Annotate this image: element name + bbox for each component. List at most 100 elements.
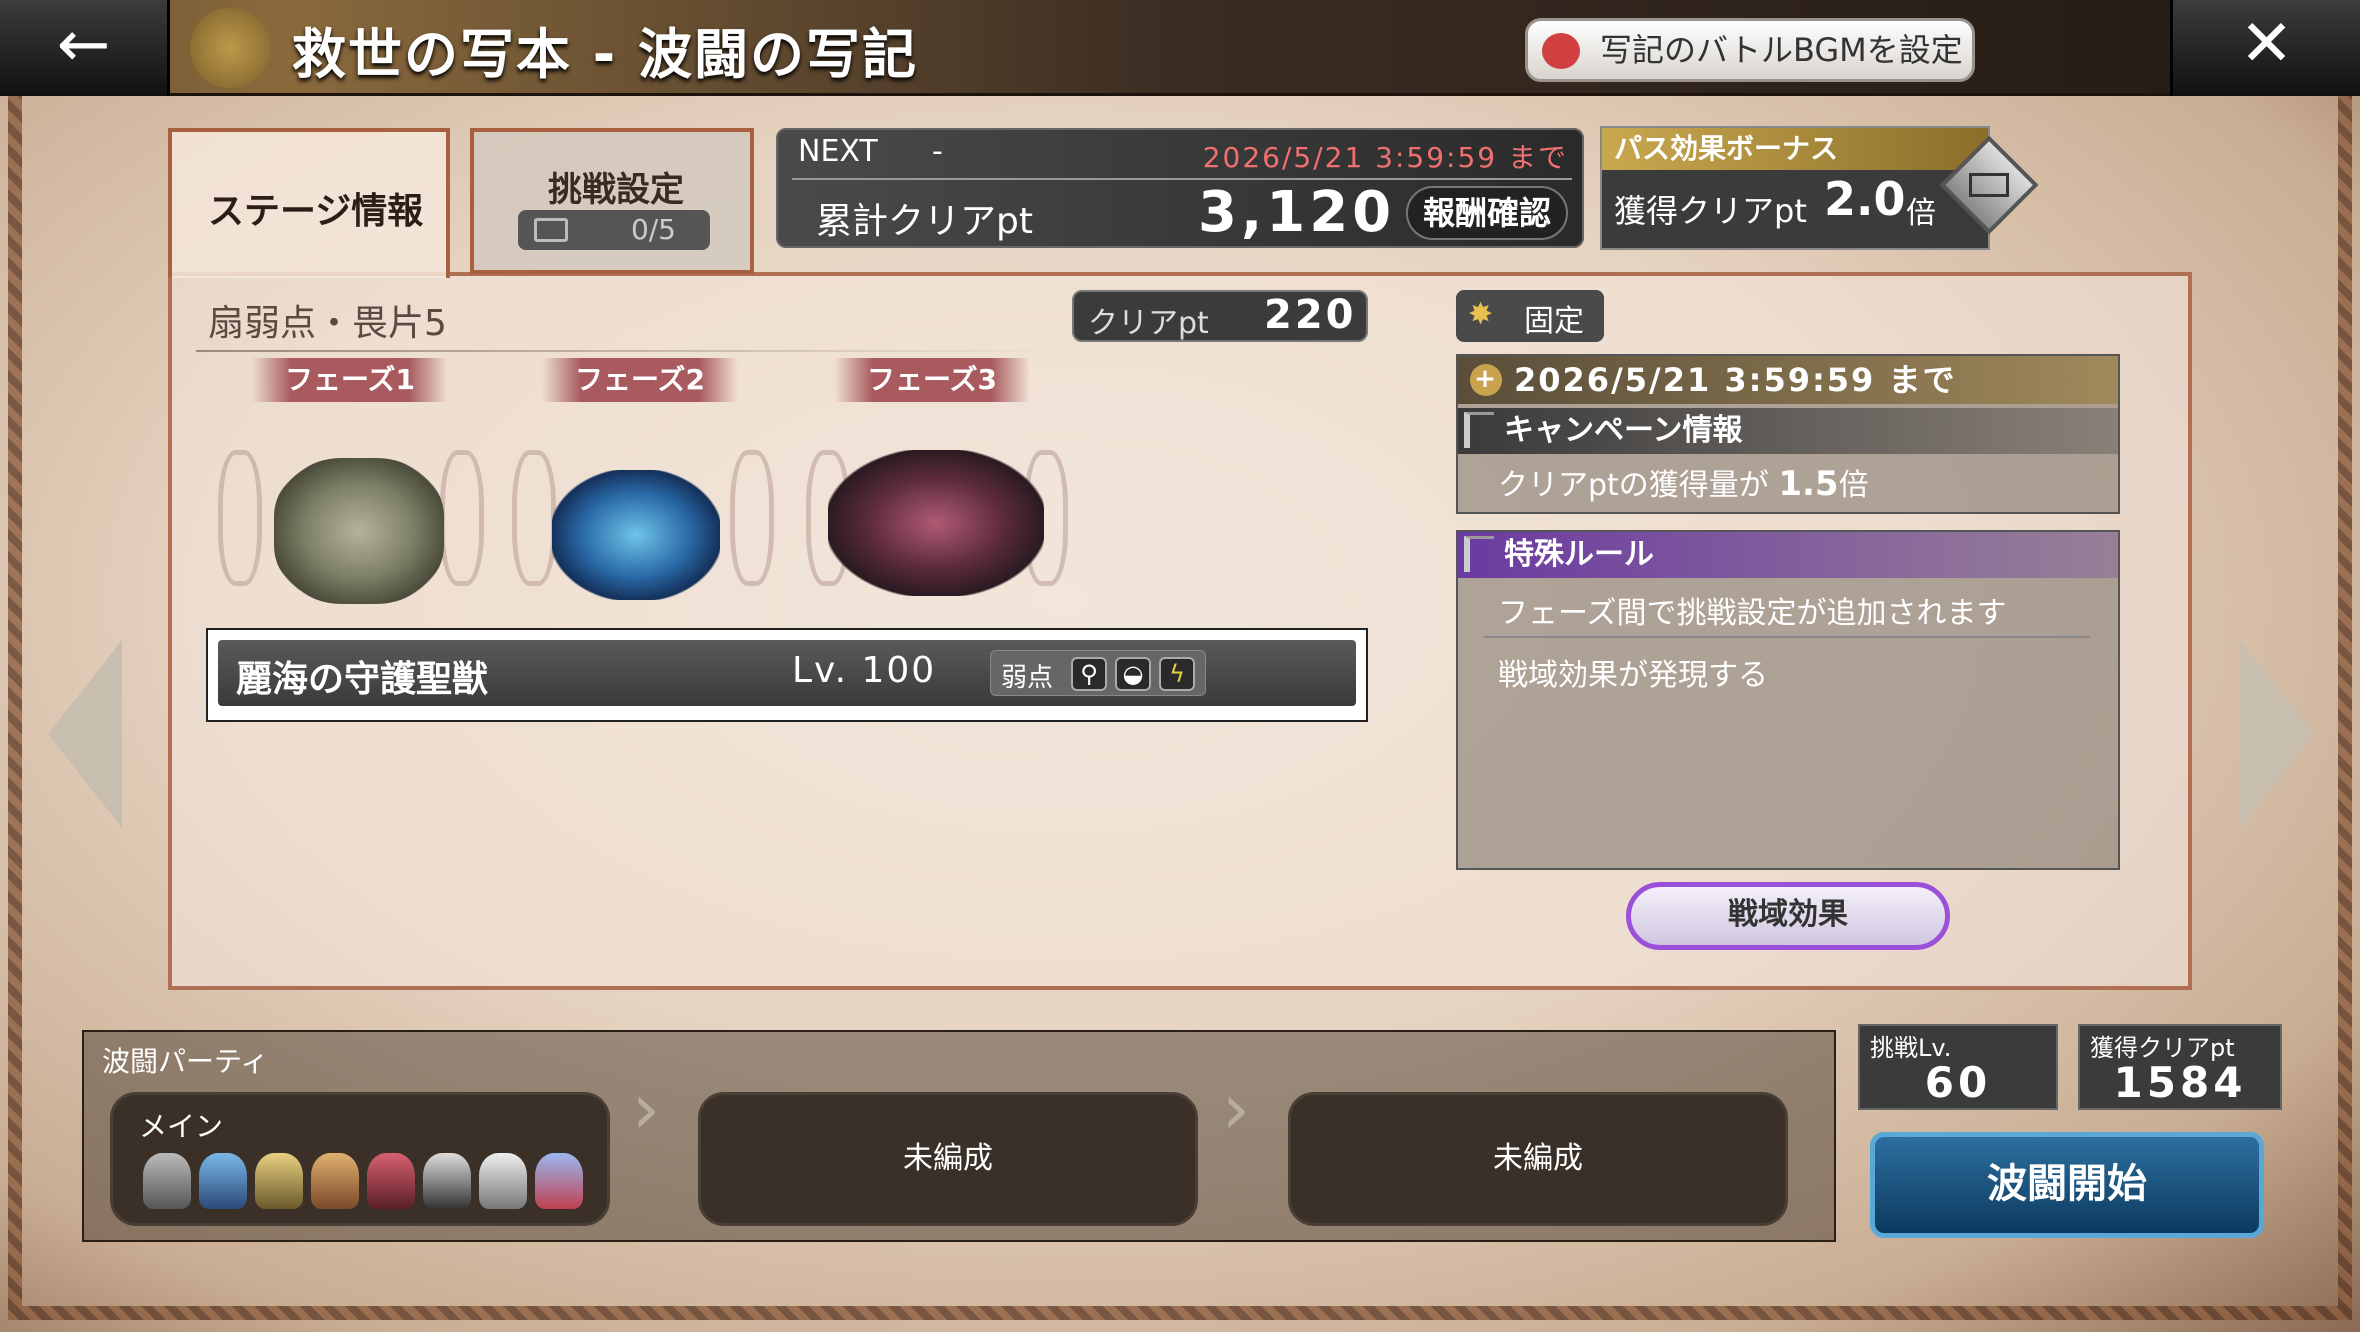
tab-challenge-settings[interactable]: 挑戦設定 0/5 <box>470 128 754 274</box>
divider <box>1484 636 2090 638</box>
frame-ornament <box>218 450 262 586</box>
tab-stage-info[interactable]: ステージ情報 <box>168 128 450 278</box>
pass-bonus-unit: 倍 <box>1906 196 1936 231</box>
bgm-button-label: 写記のバトルBGMを設定 <box>1600 31 1963 69</box>
party-main-label: メイン <box>139 1110 224 1143</box>
party-panel: 波闘パーティ メイン › 未編成 › 未編成 <box>82 1030 1836 1242</box>
party-member-avatar <box>423 1153 471 1209</box>
pass-bonus-label: 獲得クリアpt <box>1614 192 1807 230</box>
tab-challenge-label: 挑戦設定 <box>548 170 684 210</box>
next-stage-arrow-icon[interactable] <box>2240 640 2314 828</box>
chevron-right-icon: › <box>1222 1068 1250 1150</box>
frame-ornament <box>440 450 484 586</box>
party-member-avatar <box>311 1153 359 1209</box>
campaign-body-suffix: 倍 <box>1838 468 1869 503</box>
gain-clear-pt-value: 1584 <box>2113 1058 2247 1107</box>
pass-bonus-title: パス効果ボーナス <box>1602 128 1988 170</box>
frame-ornament <box>730 450 774 586</box>
party-member-avatar <box>535 1153 583 1209</box>
challenge-level-box: 挑戦Lv. 60 <box>1858 1024 2058 1110</box>
fixed-badge: ✸ 固定 <box>1456 290 1604 342</box>
monster-info-bar: 麗海の守護聖獣 Lv. 100 弱点 ⚲ ◒ ϟ <box>206 628 1368 722</box>
party-member-avatar <box>143 1153 191 1209</box>
campaign-body-value: 1.5 <box>1778 464 1839 504</box>
clear-pt-value: 220 <box>1264 292 1357 338</box>
clear-pt-label: クリアpt <box>1088 306 1209 341</box>
campaign-deadline-text: 2026/5/21 3:59:59 まで <box>1514 361 1957 399</box>
gain-clear-pt-box: 獲得クリアpt 1584 <box>2078 1024 2282 1110</box>
campaign-body: クリアptの獲得量が 1.5倍 <box>1498 460 1869 504</box>
shell-icon: ◒ <box>1115 657 1151 691</box>
lightning-icon: ϟ <box>1159 657 1195 691</box>
special-rules-header-text: 特殊ルール <box>1504 537 1654 572</box>
next-value: - <box>932 134 943 169</box>
monster-phase-3-sprite[interactable] <box>828 450 1044 596</box>
ticket-icon <box>1969 173 2009 197</box>
campaign-header: キャンペーン情報 <box>1458 408 2118 454</box>
next-reward-panel: NEXT - 2026/5/21 3:59:59 まで 累計クリアpt 3,12… <box>776 128 1584 248</box>
star-icon: ✸ <box>1468 297 1494 332</box>
next-deadline: 2026/5/21 3:59:59 まで <box>1202 141 1568 174</box>
party-member-avatar <box>255 1153 303 1209</box>
divider <box>792 178 1572 180</box>
monster-phase-1-sprite[interactable] <box>274 458 444 604</box>
pass-bonus-value: 2.0 <box>1824 172 1906 226</box>
tab-stage-info-label: ステージ情報 <box>208 191 424 232</box>
weakness-box: 弱点 ⚲ ◒ ϟ <box>990 650 1206 696</box>
party-slot-main[interactable]: メイン <box>110 1092 610 1226</box>
chevron-right-icon: › <box>632 1068 660 1150</box>
challenge-level-value: 60 <box>1924 1058 1992 1107</box>
campaign-header-text: キャンペーン情報 <box>1504 413 1743 448</box>
party-member-avatar <box>479 1153 527 1209</box>
prev-stage-arrow-icon[interactable] <box>48 640 122 828</box>
monster-name: 麗海の守護聖獣 <box>236 659 489 700</box>
phase-tab-1[interactable]: フェーズ1 <box>252 358 448 402</box>
special-rules-header: 特殊ルール <box>1458 532 2118 578</box>
special-rule-item: 戦域効果が発現する <box>1498 658 1768 693</box>
challenge-count: 0/5 <box>518 210 710 250</box>
crest-icon <box>190 8 270 88</box>
bracket-icon <box>1464 412 1494 448</box>
party-slot-2[interactable]: 未編成 <box>698 1092 1198 1226</box>
close-icon: ✕ <box>2239 7 2294 81</box>
party-member-avatar <box>199 1153 247 1209</box>
cumulative-clear-pt-label: 累計クリアpt <box>816 201 1033 242</box>
monster-info-inner: 麗海の守護聖獣 Lv. 100 弱点 ⚲ ◒ ϟ <box>218 640 1356 706</box>
challenge-count-value: 0/5 <box>630 213 676 246</box>
frame-ornament <box>512 450 556 586</box>
special-rules-panel: 特殊ルール フェーズ間で挑戦設定が追加されます 戦域効果が発現する <box>1456 530 2120 870</box>
bracket-icon <box>1464 536 1494 572</box>
start-battle-button[interactable]: 波闘開始 <box>1870 1132 2264 1238</box>
divider <box>196 350 1056 352</box>
special-rule-item: フェーズ間で挑戦設定が追加されます <box>1498 596 2007 631</box>
arrow-left-icon: ← <box>56 8 111 82</box>
party-label: 波闘パーティ <box>102 1045 269 1078</box>
monster-level: Lv. 100 <box>792 650 937 691</box>
bgm-settings-button[interactable]: 写記のバトルBGMを設定 <box>1525 18 1975 82</box>
phase-tab-3[interactable]: フェーズ3 <box>834 358 1030 402</box>
fan-icon: ⚲ <box>1071 657 1107 691</box>
back-button[interactable]: ← <box>0 0 170 96</box>
phase-tab-2[interactable]: フェーズ2 <box>542 358 738 402</box>
campaign-panel: + 2026/5/21 3:59:59 まで キャンペーン情報 クリアptの獲得… <box>1456 354 2120 514</box>
cumulative-clear-pt-value: 3,120 <box>1198 180 1396 245</box>
party-member-avatar <box>367 1153 415 1209</box>
music-icon <box>1542 33 1580 69</box>
plus-icon: + <box>1470 364 1502 396</box>
reward-check-button[interactable]: 報酬確認 <box>1406 186 1568 240</box>
next-label: NEXT <box>798 134 878 169</box>
page-title: 救世の写本 - 波闘の写記 <box>292 23 919 86</box>
party-slot-3[interactable]: 未編成 <box>1288 1092 1788 1226</box>
close-button[interactable]: ✕ <box>2170 0 2360 96</box>
pass-bonus-panel: パス効果ボーナス 獲得クリアpt 2.0 倍 <box>1600 126 1990 250</box>
card-icon <box>534 218 568 242</box>
campaign-body-prefix: クリアptの獲得量が <box>1498 468 1769 503</box>
stage-subtitle: 扇弱点・畏片5 <box>208 303 447 344</box>
fixed-label: 固定 <box>1524 304 1584 339</box>
header-bar: ← 救世の写本 - 波闘の写記 写記のバトルBGMを設定 ✕ <box>0 0 2360 96</box>
clear-pt-badge: クリアpt 220 <box>1072 290 1368 342</box>
campaign-deadline: + 2026/5/21 3:59:59 まで <box>1458 356 2118 404</box>
field-effect-button[interactable]: 戦域効果 <box>1626 882 1950 950</box>
weakness-label: 弱点 <box>1001 663 1054 693</box>
monster-phase-2-sprite[interactable] <box>552 470 720 600</box>
